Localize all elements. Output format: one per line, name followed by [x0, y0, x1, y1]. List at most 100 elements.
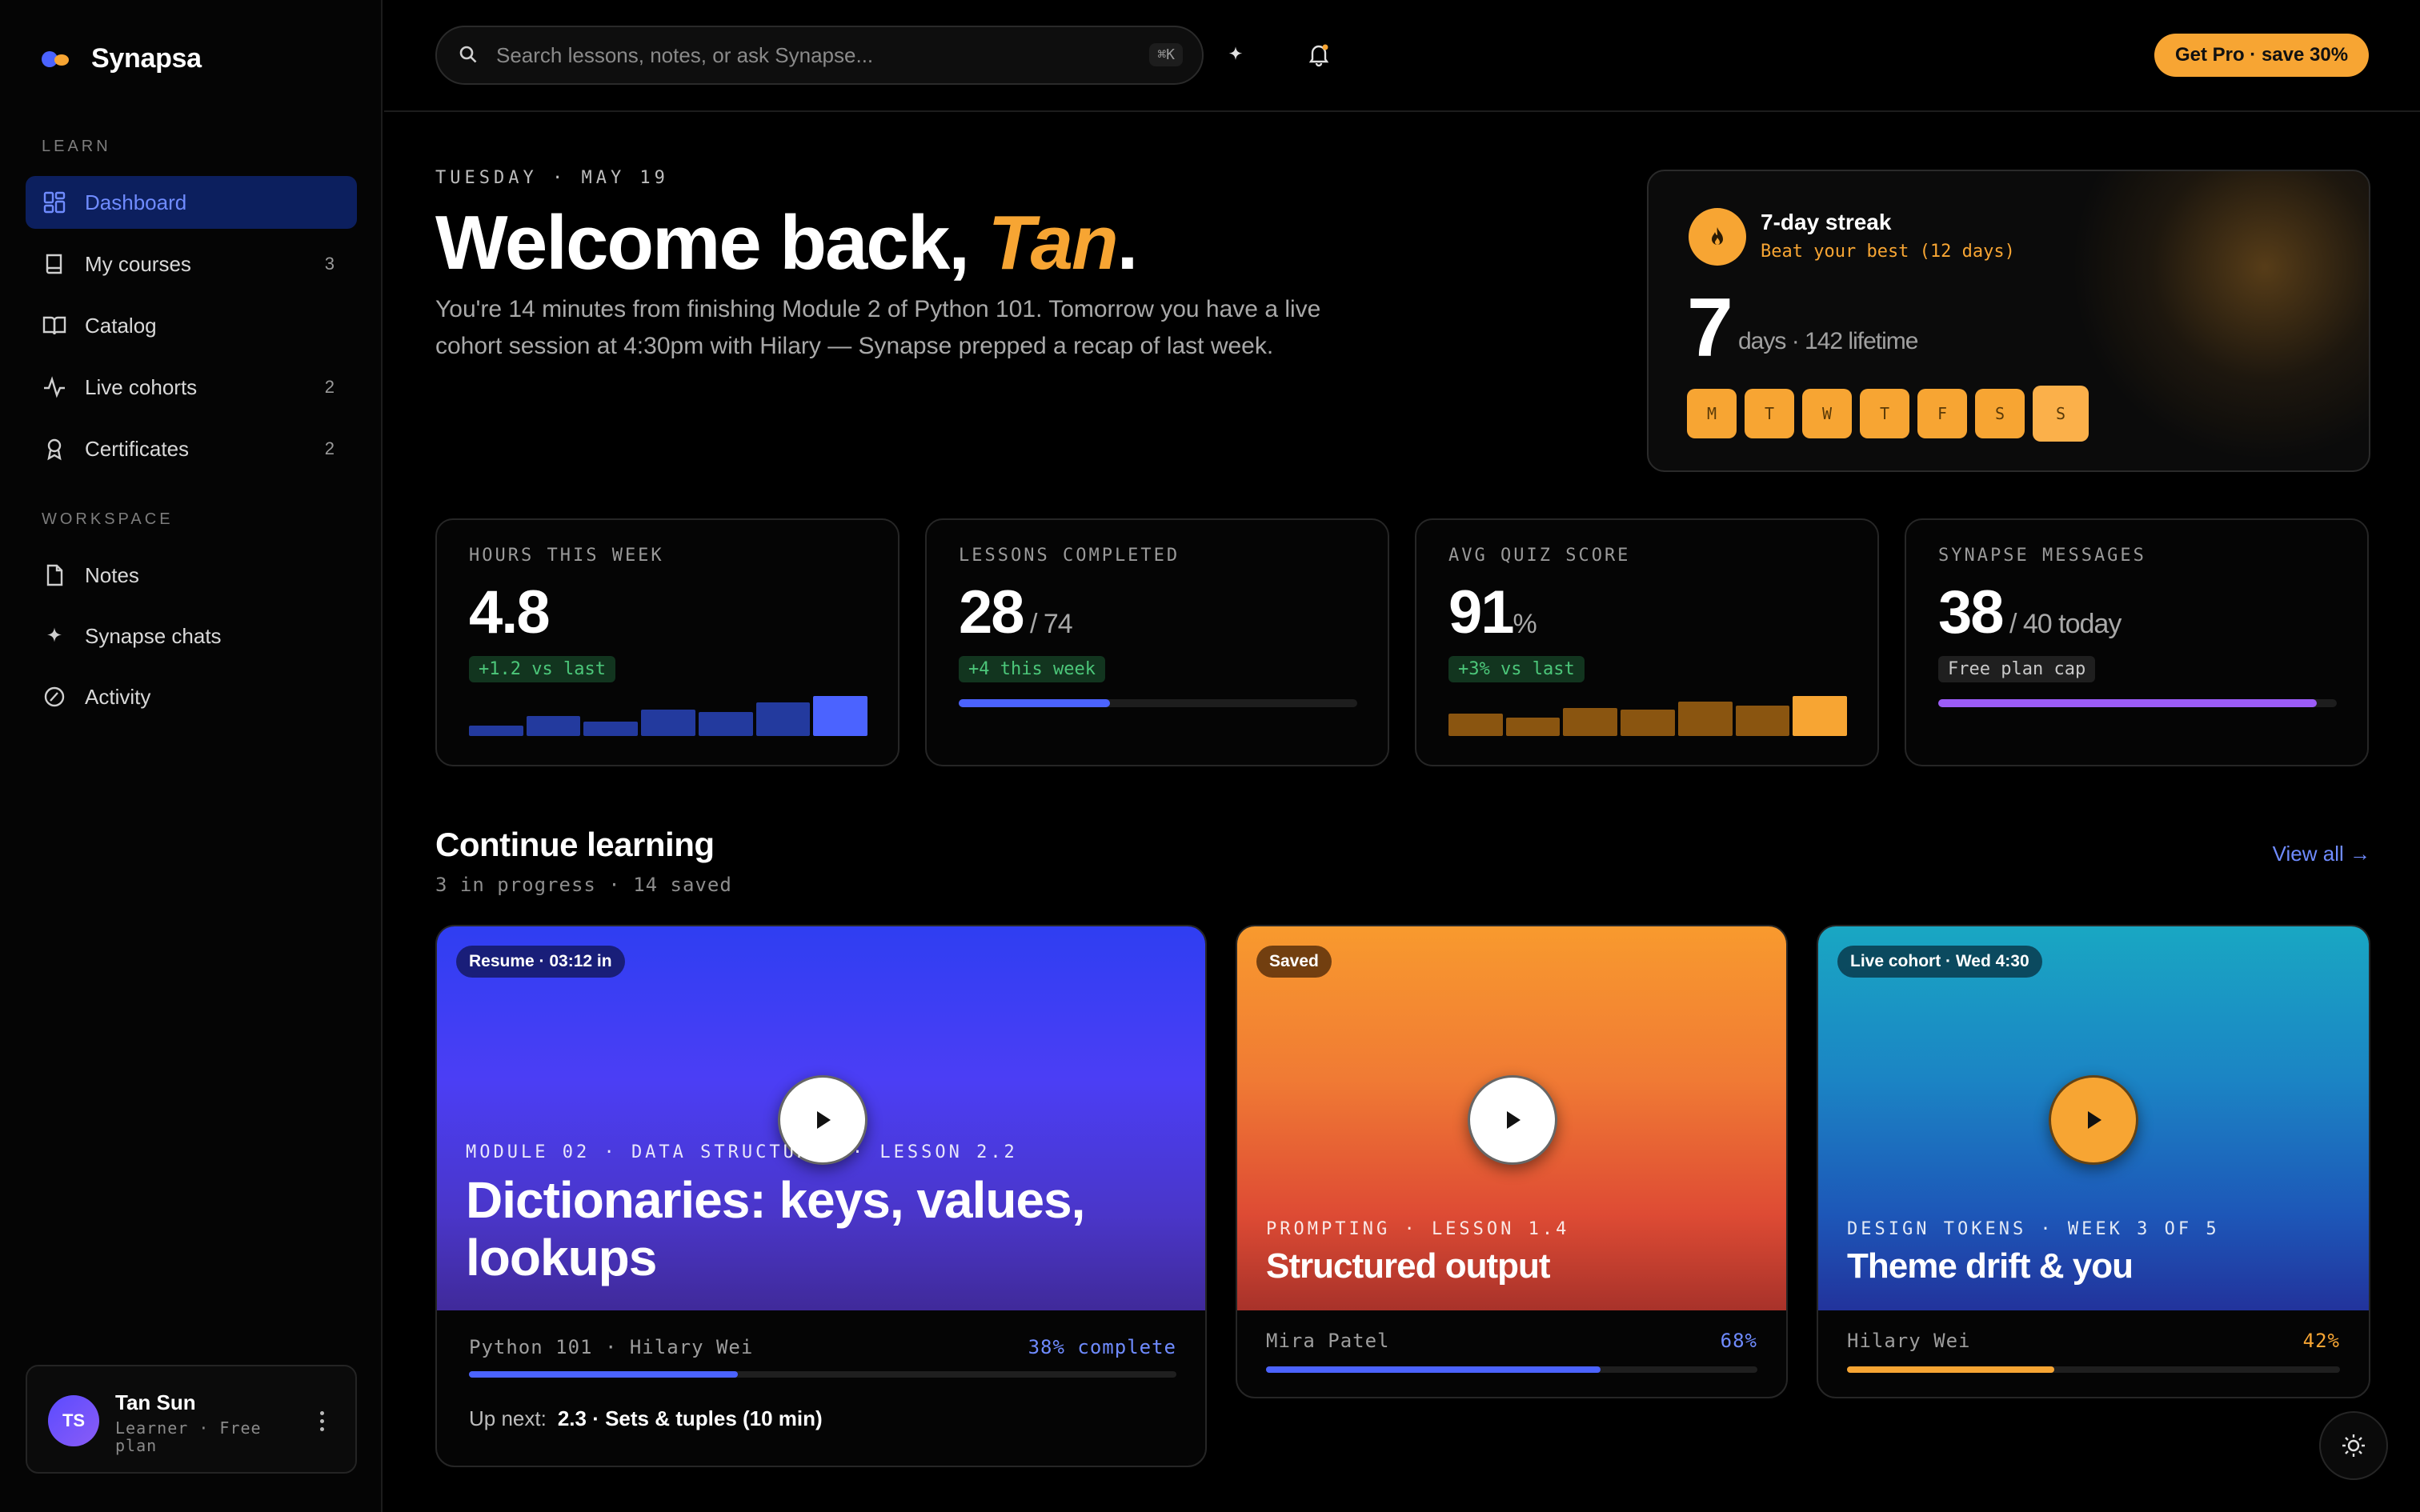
gauge-icon: [42, 684, 67, 710]
file-icon: [42, 562, 67, 588]
sidebar-item-certificates[interactable]: Certificates 2: [26, 422, 357, 475]
stat-label: HOURS THIS WEEK: [469, 546, 664, 566]
sidebar-item-label: Dashboard: [85, 190, 187, 214]
play-button[interactable]: [2049, 1075, 2138, 1165]
view-all-link[interactable]: View all →: [2273, 842, 2370, 866]
spark-bar: [526, 716, 581, 736]
course-card[interactable]: Saved PROMPTING · LESSON 1.4 Structured …: [1236, 925, 1788, 1398]
sidebar-item-live-cohorts[interactable]: Live cohorts 2: [26, 361, 357, 414]
streak-subtitle: Beat your best (12 days): [1761, 242, 2015, 262]
sidebar-item-label: My courses: [85, 251, 191, 276]
up-next-label: Up next:: [469, 1406, 547, 1430]
open-book-icon: [42, 313, 67, 338]
course-eyebrow: DESIGN TOKENS · WEEK 3 OF 5: [1847, 1219, 2220, 1239]
course-eyebrow: PROMPTING · LESSON 1.4: [1266, 1219, 1570, 1239]
search-input[interactable]: [496, 42, 1120, 68]
stat-number: 91: [1448, 578, 1515, 646]
award-icon: [42, 436, 67, 462]
stat-unit: / 74: [1023, 609, 1073, 639]
sidebar-item-label: Synapse chats: [85, 623, 222, 648]
search-icon: [458, 44, 480, 66]
user-first-name: Tan: [988, 200, 1119, 286]
spark-bar: [1621, 710, 1675, 736]
course-progress: [469, 1371, 1176, 1378]
course-title: Theme drift & you: [1847, 1246, 2134, 1286]
course-card[interactable]: Live cohort · Wed 4:30 DESIGN TOKENS · W…: [1817, 925, 2370, 1398]
more-vertical-icon[interactable]: [312, 1405, 331, 1437]
sidebar-item-activity[interactable]: Activity: [26, 670, 357, 723]
day-cell: T: [1860, 389, 1909, 438]
streak-days: M T W T F S S: [1687, 386, 2089, 442]
live-cohort-badge: Live cohort · Wed 4:30: [1837, 946, 2042, 978]
theme-toggle-button[interactable]: [2319, 1411, 2388, 1480]
course-progress-label: 38% complete: [1028, 1336, 1176, 1358]
progress-fill: [1266, 1366, 1601, 1373]
sparkle-icon: [42, 623, 67, 649]
play-icon: [817, 1111, 831, 1129]
hours-sparkbars: [469, 696, 868, 736]
play-icon: [2088, 1111, 2101, 1129]
stat-number: 38: [1938, 578, 2005, 646]
topbar: ⌘K Get Pro · save 30%: [384, 0, 2420, 112]
play-icon: [1507, 1111, 1521, 1129]
sidebar-item-synapse-chats[interactable]: Synapse chats: [26, 610, 357, 662]
day-cell: F: [1917, 389, 1967, 438]
avatar: TS: [48, 1395, 99, 1446]
stat-card-hours: HOURS THIS WEEK 4.8 +1.2 vs last: [435, 518, 899, 766]
sidebar-item-my-courses[interactable]: My courses 3: [26, 238, 357, 290]
stat-label: AVG QUIZ SCORE: [1448, 546, 1631, 566]
spark-bar: [583, 722, 639, 736]
plan-cap-chip: Free plan cap: [1938, 656, 2096, 682]
course-progress-label: 42%: [2302, 1330, 2340, 1352]
sidebar-item-dashboard[interactable]: Dashboard: [26, 176, 357, 229]
date-label: TUESDAY · MAY 19: [435, 168, 669, 188]
sidebar-item-notes[interactable]: Notes: [26, 549, 357, 602]
course-thumbnail: Live cohort · Wed 4:30 DESIGN TOKENS · W…: [1818, 926, 2369, 1310]
brand-name: Synapsa: [91, 43, 202, 74]
streak-value: 7: [1687, 282, 1733, 374]
spark-bar: [755, 702, 811, 736]
stat-delta: +4 this week: [959, 656, 1105, 682]
course-progress: [1847, 1366, 2340, 1373]
stat-card-messages: SYNAPSE MESSAGES 38 / 40 today Free plan…: [1905, 518, 2369, 766]
user-card[interactable]: TS Tan Sun Learner · Free plan: [26, 1365, 357, 1474]
progress-fill: [1938, 699, 2318, 707]
day-cell: S: [1975, 389, 2025, 438]
bell-icon[interactable]: [1300, 35, 1338, 74]
get-pro-button[interactable]: Get Pro · save 30%: [2154, 34, 2369, 77]
sidebar-item-catalog[interactable]: Catalog: [26, 299, 357, 352]
spark-bar: [1793, 696, 1848, 736]
streak-meta: days · 142 lifetime: [1738, 328, 1918, 354]
day-cell: T: [1745, 389, 1794, 438]
course-thumbnail: Resume · 03:12 in MODULE 02 · DATA STRUC…: [437, 926, 1205, 1310]
day-cell: W: [1802, 389, 1852, 438]
day-cell-today: S: [2033, 386, 2089, 442]
book-icon: [42, 251, 67, 277]
user-name: Tan Sun: [115, 1390, 196, 1414]
search-bar[interactable]: ⌘K: [435, 26, 1204, 85]
stat-number: 4.8: [469, 578, 551, 646]
section-title: Continue learning: [435, 826, 715, 863]
count-badge: 3: [324, 254, 335, 274]
stat-value: 4.8: [469, 576, 551, 650]
count-badge: 2: [324, 377, 335, 397]
sidebar-item-label: Live cohorts: [85, 374, 198, 399]
sidebar-item-label: Notes: [85, 562, 139, 587]
sparkle-icon[interactable]: [1216, 35, 1255, 74]
sidebar: Synapsa LEARN Dashboard My courses 3 Cat…: [0, 0, 383, 1512]
user-plan: Learner · Free plan: [115, 1418, 262, 1455]
course-progress: [1266, 1366, 1757, 1373]
course-author: Hilary Wei: [1847, 1330, 1971, 1352]
spark-bar: [1505, 718, 1561, 736]
stat-label: LESSONS COMPLETED: [959, 546, 1180, 566]
messages-progress: [1938, 699, 2337, 707]
course-thumbnail: Saved PROMPTING · LESSON 1.4 Structured …: [1237, 926, 1786, 1310]
course-card[interactable]: Resume · 03:12 in MODULE 02 · DATA STRUC…: [435, 925, 1207, 1467]
sidebar-item-label: Catalog: [85, 313, 157, 338]
stat-unit: %: [1512, 609, 1537, 639]
flame-icon: [1689, 208, 1746, 266]
stat-card-quiz: AVG QUIZ SCORE 91% +3% vs last: [1415, 518, 1879, 766]
up-next[interactable]: Up next: 2.3 · Sets & tuples (10 min): [469, 1406, 823, 1431]
brand[interactable]: Synapsa: [42, 43, 202, 74]
play-button[interactable]: [1468, 1075, 1557, 1165]
